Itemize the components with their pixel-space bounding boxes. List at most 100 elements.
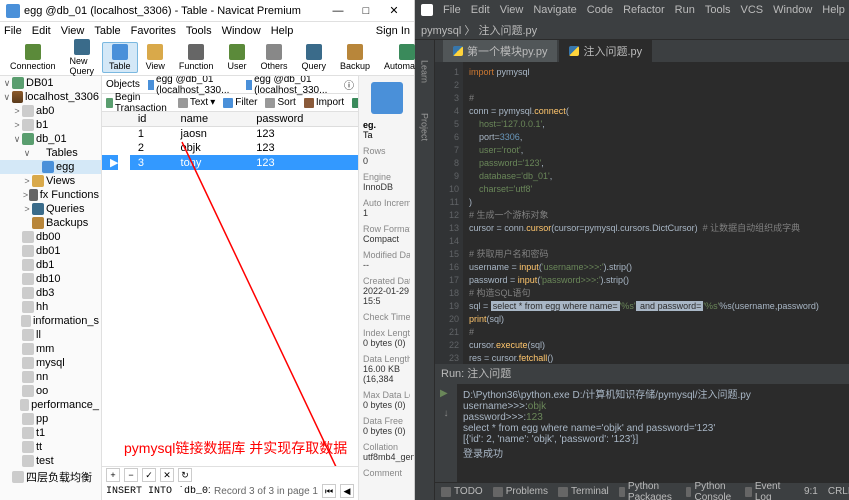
toolbar-others[interactable]: Others bbox=[254, 43, 293, 72]
menu-window[interactable]: Window bbox=[222, 25, 261, 37]
tree-item[interactable]: hh bbox=[0, 300, 101, 314]
packages-button[interactable]: Python Packages bbox=[619, 481, 676, 500]
tree-item[interactable]: db1 bbox=[0, 258, 101, 272]
tree-item[interactable]: oo bbox=[0, 384, 101, 398]
pc-menu-code[interactable]: Code bbox=[587, 4, 613, 16]
tree-item[interactable]: db01 bbox=[0, 244, 101, 258]
line-sep[interactable]: CRLF bbox=[828, 486, 849, 497]
text-button[interactable]: Text ▾ bbox=[178, 97, 215, 108]
python-icon bbox=[453, 46, 463, 56]
pc-menu-tools[interactable]: Tools bbox=[705, 4, 731, 16]
tree-item[interactable]: >b1 bbox=[0, 118, 101, 132]
tree-item[interactable]: ∨db_01 bbox=[0, 132, 101, 146]
first-button[interactable]: ⏮ bbox=[322, 484, 336, 498]
run-panel-title[interactable]: Run: 注入问题 ✿ — bbox=[435, 364, 849, 382]
problems-button[interactable]: Problems bbox=[493, 486, 548, 497]
pc-menu-navigate[interactable]: Navigate bbox=[533, 4, 576, 16]
add-row-button[interactable]: + bbox=[106, 468, 120, 482]
tree-item[interactable]: >fx Functions bbox=[0, 188, 101, 202]
tree-item[interactable]: pp bbox=[0, 412, 101, 426]
prev-button[interactable]: ◀ bbox=[340, 484, 354, 498]
breadcrumb[interactable]: pymysql 〉 注入问题.py bbox=[421, 22, 537, 38]
toolbar-table[interactable]: Table bbox=[102, 42, 138, 73]
pc-menu-vcs[interactable]: VCS bbox=[741, 4, 764, 16]
tree-item[interactable]: ll bbox=[0, 328, 101, 342]
menu-favorites[interactable]: Favorites bbox=[131, 25, 176, 37]
pc-menu-window[interactable]: Window bbox=[773, 4, 812, 16]
run-output[interactable]: D:\Python36\python.exe D:/计算机知识存储/pymysq… bbox=[457, 384, 849, 482]
checktime-label: Check Time bbox=[363, 312, 410, 322]
menu-tools[interactable]: Tools bbox=[186, 25, 212, 37]
tree-item[interactable]: db3 bbox=[0, 286, 101, 300]
tree-item[interactable]: tt bbox=[0, 440, 101, 454]
tree-item[interactable]: ∨DB01 bbox=[0, 76, 101, 90]
tree-item[interactable]: information_s bbox=[0, 314, 101, 328]
eventlog-button[interactable]: Event Log bbox=[745, 481, 784, 500]
tree-item[interactable]: mysql bbox=[0, 356, 101, 370]
rerun-button[interactable]: ▶ bbox=[440, 388, 452, 400]
toolbar-function[interactable]: Function bbox=[173, 43, 220, 72]
toolbar-view[interactable]: View bbox=[140, 43, 171, 72]
tree-item[interactable]: >ab0 bbox=[0, 104, 101, 118]
signin-link[interactable]: Sign In bbox=[376, 25, 410, 37]
pycharm-menubar: File Edit View Navigate Code Refactor Ru… bbox=[415, 0, 849, 20]
tab-injection[interactable]: 注入问题.py bbox=[559, 40, 652, 62]
delete-row-button[interactable]: − bbox=[124, 468, 138, 482]
terminal-button[interactable]: Terminal bbox=[558, 486, 609, 497]
cursor-pos[interactable]: 9:1 bbox=[804, 486, 818, 497]
tree-item[interactable]: ∨Tables bbox=[0, 146, 101, 160]
tree-item[interactable]: db00 bbox=[0, 230, 101, 244]
tree-item[interactable]: 四层负载均衡 bbox=[0, 468, 101, 486]
toolbar-query[interactable]: Query bbox=[295, 43, 332, 72]
project-tab[interactable]: Project bbox=[420, 113, 430, 141]
begin-transaction-button[interactable]: Begin Transaction bbox=[106, 92, 170, 114]
pc-menu-file[interactable]: File bbox=[443, 4, 461, 16]
toolbar-backup[interactable]: Backup bbox=[334, 43, 376, 72]
pycharm-statusbar: TODO Problems Terminal Python Packages P… bbox=[435, 482, 849, 500]
tree-item[interactable]: test bbox=[0, 454, 101, 468]
filter-button[interactable]: Filter bbox=[223, 97, 257, 108]
console-button[interactable]: Python Console bbox=[686, 481, 736, 500]
tree-item[interactable]: performance_ bbox=[0, 398, 101, 412]
tree-item[interactable]: egg bbox=[0, 160, 101, 174]
pc-menu-refactor[interactable]: Refactor bbox=[623, 4, 665, 16]
toolbar-connection[interactable]: Connection bbox=[4, 43, 62, 72]
import-button[interactable]: Import bbox=[304, 97, 344, 108]
learn-tab[interactable]: Learn bbox=[420, 60, 430, 83]
toolbar-new-query[interactable]: New Query bbox=[64, 38, 101, 77]
tree-item[interactable]: Backups bbox=[0, 216, 101, 230]
tab-info-icon[interactable]: ⓘ bbox=[344, 77, 354, 92]
tree-item[interactable]: mm bbox=[0, 342, 101, 356]
refresh-button[interactable]: ↻ bbox=[178, 468, 192, 482]
autoinc-label: Auto Incremen bbox=[363, 198, 410, 208]
tab-module1[interactable]: 第一个模块py.py bbox=[443, 40, 557, 62]
todo-button[interactable]: TODO bbox=[441, 486, 483, 497]
menu-help[interactable]: Help bbox=[271, 25, 294, 37]
menu-view[interactable]: View bbox=[61, 25, 85, 37]
down-icon[interactable]: ↓ bbox=[444, 408, 449, 419]
tree-item[interactable]: ∨localhost_3306 bbox=[0, 90, 101, 104]
tree-item[interactable]: db10 bbox=[0, 272, 101, 286]
close-button[interactable]: ✕ bbox=[380, 4, 408, 17]
tree-item[interactable]: nn bbox=[0, 370, 101, 384]
menu-edit[interactable]: Edit bbox=[32, 25, 51, 37]
tree-item[interactable]: t1 bbox=[0, 426, 101, 440]
maximize-button[interactable]: □ bbox=[352, 5, 380, 17]
menu-file[interactable]: File bbox=[4, 25, 22, 37]
pc-menu-help[interactable]: Help bbox=[822, 4, 845, 16]
pc-menu-view[interactable]: View bbox=[500, 4, 524, 16]
code-editor[interactable]: 1234567891011121314151617181920212223242… bbox=[435, 62, 849, 364]
tab-objects[interactable]: Objects bbox=[106, 79, 140, 90]
tree-item[interactable]: >Queries bbox=[0, 202, 101, 216]
menu-table[interactable]: Table bbox=[94, 25, 120, 37]
apply-button[interactable]: ✓ bbox=[142, 468, 156, 482]
toolbar-user[interactable]: User bbox=[221, 43, 252, 72]
cancel-button[interactable]: ✕ bbox=[160, 468, 174, 482]
minimize-button[interactable]: — bbox=[324, 5, 352, 17]
sort-button[interactable]: Sort bbox=[265, 97, 295, 108]
tree-item[interactable]: >Views bbox=[0, 174, 101, 188]
tab-egg2[interactable]: egg @db_01 (localhost_330... bbox=[246, 76, 336, 96]
pc-menu-run[interactable]: Run bbox=[675, 4, 695, 16]
data-grid[interactable]: idnamepassword1jaosn1232objk123▶3tony123 bbox=[102, 112, 358, 466]
pc-menu-edit[interactable]: Edit bbox=[471, 4, 490, 16]
